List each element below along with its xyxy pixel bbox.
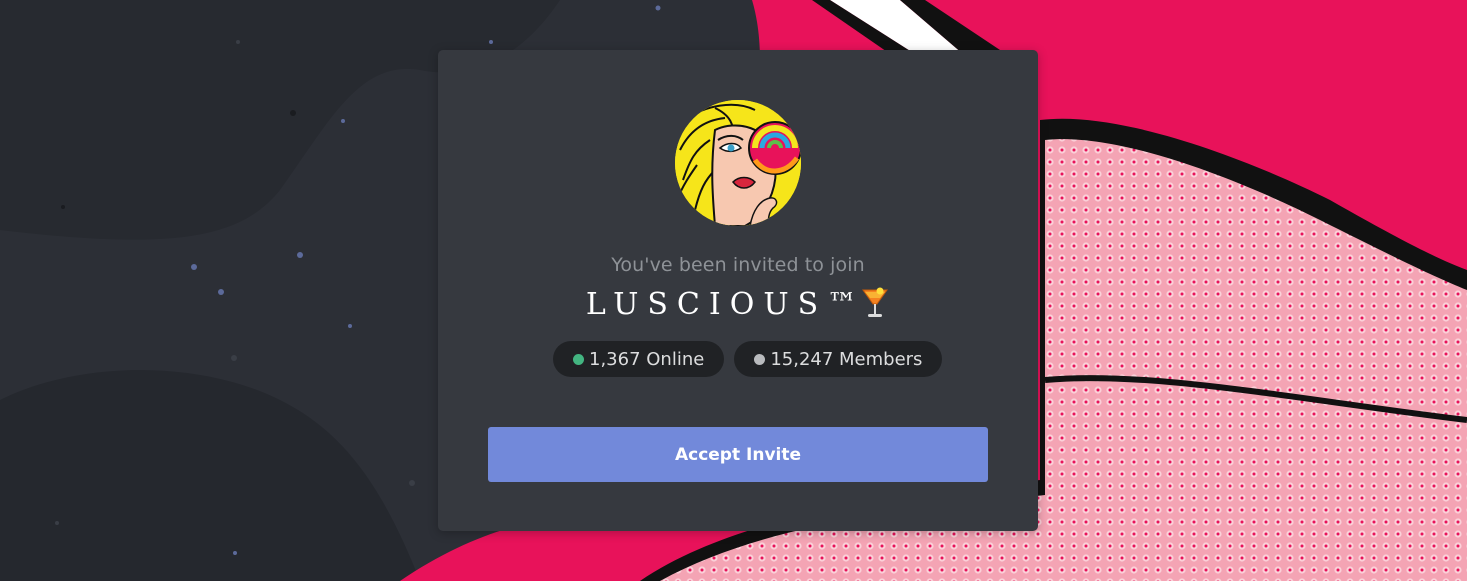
online-count-pill: 1,367 Online [553,341,725,377]
online-count: 1,367 Online [589,348,705,370]
online-status-icon [573,353,584,365]
server-avatar [675,100,801,226]
accept-invite-button[interactable]: Accept Invite [488,427,988,482]
invite-page: You've been invited to join LUSCIOUS™ 1,… [0,0,1467,581]
server-stats: 1,367 Online 15,247 Members [553,341,943,377]
members-status-icon [754,353,766,365]
server-name-text: LUSCIOUS™ [585,287,867,322]
member-count: 15,247 Members [770,348,923,370]
invite-subtitle: You've been invited to join [611,254,865,276]
invite-card: You've been invited to join LUSCIOUS™ 1,… [438,50,1038,531]
server-name: LUSCIOUS™ [438,286,1038,328]
cocktail-icon [860,286,890,328]
member-count-pill: 15,247 Members [734,341,943,377]
